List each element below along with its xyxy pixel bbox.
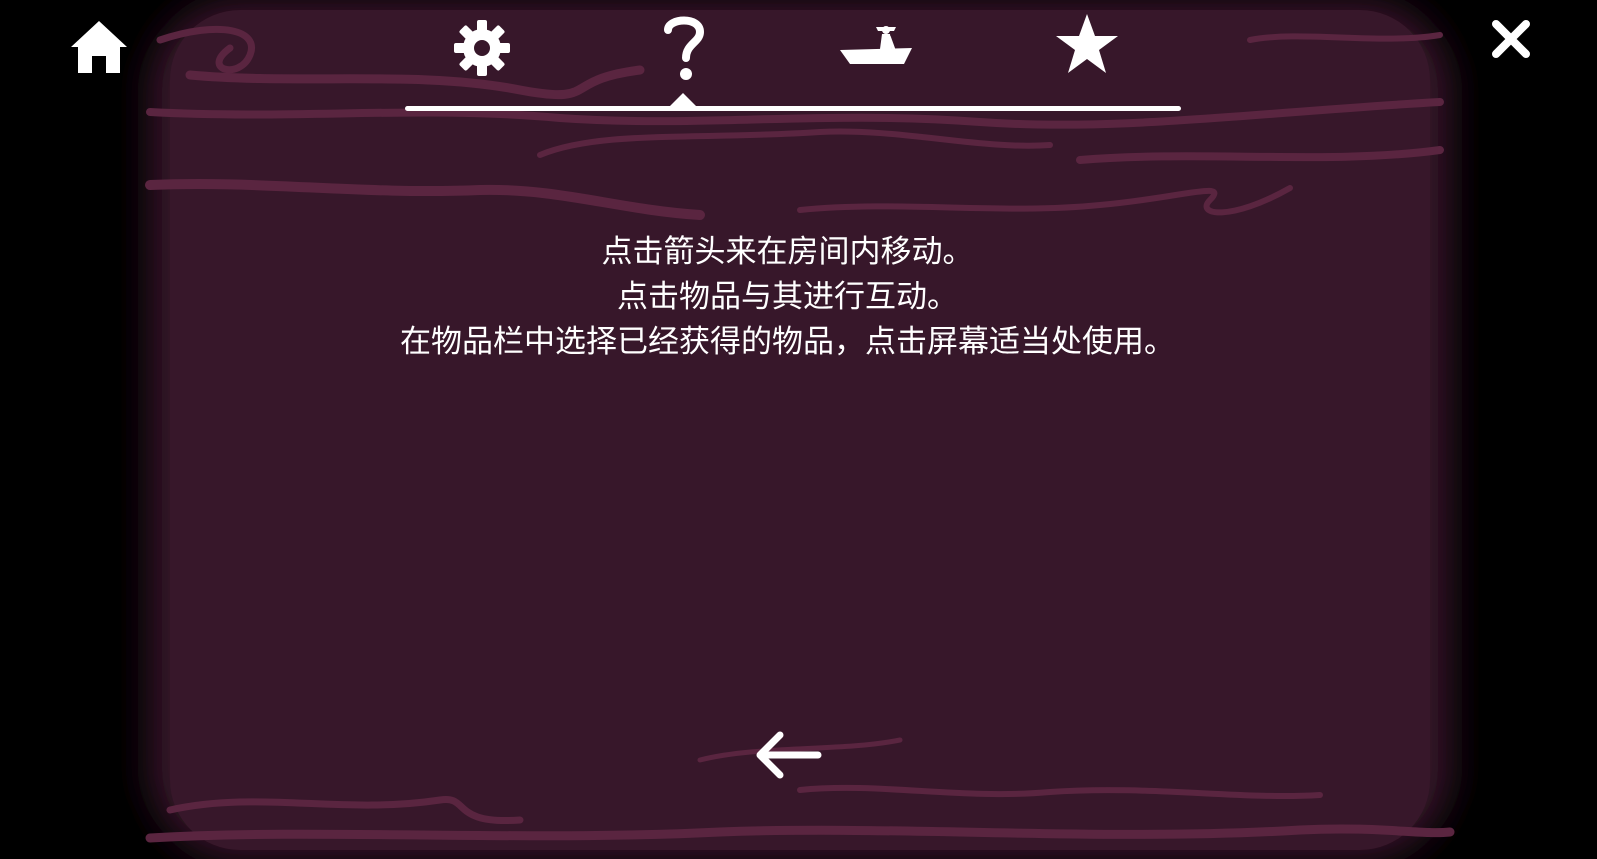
selected-tab-indicator [668,93,698,108]
gear-icon[interactable] [452,18,512,78]
home-icon[interactable] [68,18,130,76]
help-line-interact: 点击物品与其进行互动。 [617,279,958,315]
tab-underline [405,106,1181,111]
question-mark-icon[interactable] [660,12,708,84]
help-screen: 点击箭头来在房间内移动。 点击物品与其进行互动。 在物品栏中选择已经获得的物品，… [0,0,1597,859]
star-icon[interactable] [1054,12,1120,76]
back-button[interactable] [752,728,824,782]
close-icon[interactable] [1490,18,1532,60]
help-line-inventory: 在物品栏中选择已经获得的物品，点击屏幕适当处使用。 [400,324,1175,360]
help-line-move: 点击箭头来在房间内移动。 [601,234,974,270]
boat-icon[interactable] [838,22,914,70]
help-instructions: 点击箭头来在房间内移动。 点击物品与其进行互动。 在物品栏中选择已经获得的物品，… [200,230,1375,365]
arrow-left-icon [756,731,822,779]
